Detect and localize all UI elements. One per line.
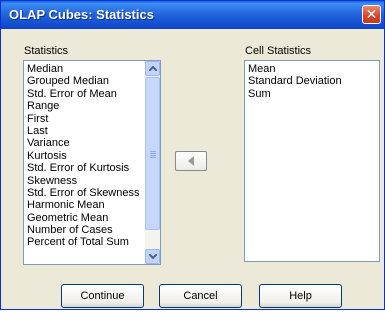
chevron-down-icon [149,254,157,259]
scroll-down-button[interactable] [145,249,160,264]
list-item[interactable]: First [25,113,144,125]
list-item[interactable]: Standard Deviation [246,75,377,87]
scrollbar-thumb[interactable] [145,77,160,230]
help-button[interactable]: Help [259,284,342,308]
title-bar[interactable]: OLAP Cubes: Statistics ✕ [1,1,384,29]
chevron-up-icon [149,66,157,71]
list-item[interactable]: Std. Error of Kurtosis [25,162,144,174]
cancel-button[interactable]: Cancel [159,284,242,308]
continue-button[interactable]: Continue [61,284,144,308]
list-item[interactable]: Range [25,100,144,112]
statistics-listbox[interactable]: Median Grouped Median Std. Error of Mean Ra… [23,60,161,265]
list-item[interactable]: Std. Error of Skewness [25,187,144,199]
list-item[interactable]: Variance [25,137,144,149]
list-item[interactable]: Last [25,125,144,137]
statistics-list-items: Median Grouped Median Std. Error of Mean Ra… [25,63,144,249]
close-button[interactable]: ✕ [362,5,381,24]
cell-statistics-listbox[interactable]: Mean Standard Deviation Sum [244,60,380,262]
scroll-up-button[interactable] [145,61,160,76]
cell-statistics-label: Cell Statistics [245,45,312,57]
close-icon: ✕ [365,6,378,22]
dialog-title: OLAP Cubes: Statistics [9,7,154,22]
list-item[interactable]: Median [25,63,144,75]
list-item[interactable]: Percent of Total Sum [25,236,144,248]
list-item[interactable]: Kurtosis [25,150,144,162]
statistics-label: Statistics [24,45,69,57]
list-item[interactable]: Sum [246,88,377,100]
triangle-left-icon [188,156,194,166]
list-item[interactable]: Number of Cases [25,224,144,236]
list-item[interactable]: Skewness [25,175,144,187]
cell-statistics-list-items: Mean Standard Deviation Sum [246,63,377,100]
list-item[interactable]: Harmonic Mean [25,199,144,211]
statistics-scrollbar[interactable] [145,61,160,264]
list-item[interactable]: Mean [246,63,377,75]
list-item[interactable]: Grouped Median [25,75,144,87]
list-item[interactable]: Geometric Mean [25,212,144,224]
dialog-window: OLAP Cubes: Statistics ✕ Statistics Medi… [0,0,385,310]
move-selection-button[interactable] [175,151,207,171]
list-item[interactable]: Std. Error of Mean [25,88,144,100]
